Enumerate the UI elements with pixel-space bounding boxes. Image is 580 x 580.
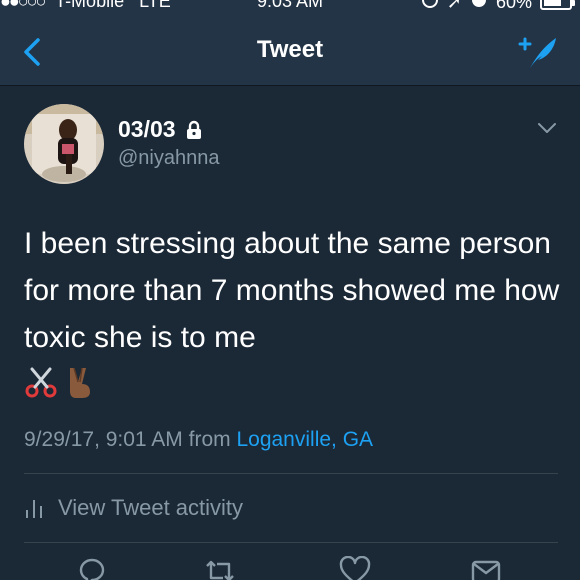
battery-percent: 60% xyxy=(495,0,532,12)
scissors-icon xyxy=(25,367,57,398)
back-button[interactable] xyxy=(14,32,54,72)
compose-tweet-icon xyxy=(518,37,556,68)
chevron-left-icon xyxy=(24,38,40,66)
bar-chart-icon xyxy=(26,500,42,518)
tweet-emojis xyxy=(24,362,96,402)
location-arrow-icon: ➚ xyxy=(446,0,462,12)
share-icon xyxy=(471,560,501,580)
victory-hand-icon xyxy=(70,367,90,398)
reply-button[interactable] xyxy=(75,556,109,580)
location-link[interactable]: Loganville, GA xyxy=(236,428,373,451)
tweet-text: I been stressing about the same person f… xyxy=(24,227,560,354)
view-tweet-activity-button[interactable]: View Tweet activity xyxy=(24,488,243,528)
timestamp-text: 9/29/17, 9:01 AM from xyxy=(24,428,231,451)
divider xyxy=(24,542,558,543)
nav-bar: Tweet xyxy=(0,14,580,86)
retweet-button[interactable] xyxy=(203,556,237,580)
display-name[interactable]: 03/03 xyxy=(118,116,204,143)
compose-button[interactable] xyxy=(516,32,560,72)
battery-icon xyxy=(540,0,575,10)
chevron-down-icon xyxy=(538,123,556,133)
status-right: ➚ 60% xyxy=(421,0,575,14)
lock-rotation-icon xyxy=(421,0,439,14)
page-title: Tweet xyxy=(256,36,324,63)
like-icon xyxy=(339,555,371,580)
like-button[interactable] xyxy=(338,555,372,580)
status-bar: ●●○○○ T-Mobile LTE 9:03 AM ➚ 60% xyxy=(0,0,580,14)
avatar[interactable] xyxy=(24,104,104,184)
activity-label: View Tweet activity xyxy=(58,495,244,520)
lock-icon xyxy=(186,120,201,139)
display-name-text: 03/03 xyxy=(118,116,176,142)
tweet-timestamp: 9/29/17, 9:01 AM from Loganville, GA xyxy=(24,428,373,452)
alarm-icon xyxy=(470,0,488,14)
reply-icon xyxy=(79,558,105,580)
tweet-detail: 03/03 @niyahnna I been stressing about t… xyxy=(0,86,580,580)
share-button[interactable] xyxy=(469,556,503,580)
divider xyxy=(24,473,558,474)
retweet-icon xyxy=(206,560,234,580)
user-handle[interactable]: @niyahnna xyxy=(118,147,219,170)
tweet-options-button[interactable] xyxy=(536,120,558,136)
